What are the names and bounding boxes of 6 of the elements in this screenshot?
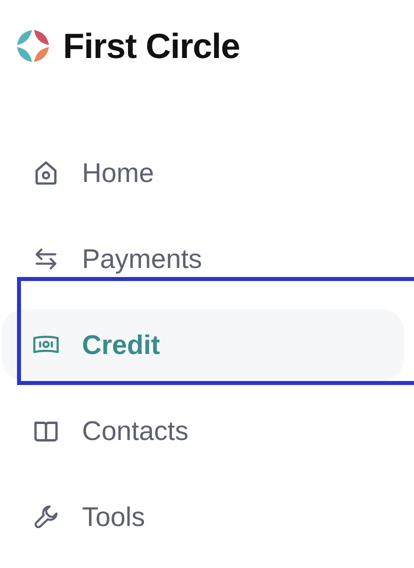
nav-item[interactable]: Credit	[2, 309, 404, 381]
logo-text: First Circle	[63, 28, 240, 64]
nav-item[interactable]: Home	[2, 137, 404, 209]
nav-item[interactable]: Tools	[2, 481, 404, 553]
nav-item[interactable]: Payments	[2, 223, 404, 295]
nav-item[interactable]: Contacts	[2, 395, 404, 467]
